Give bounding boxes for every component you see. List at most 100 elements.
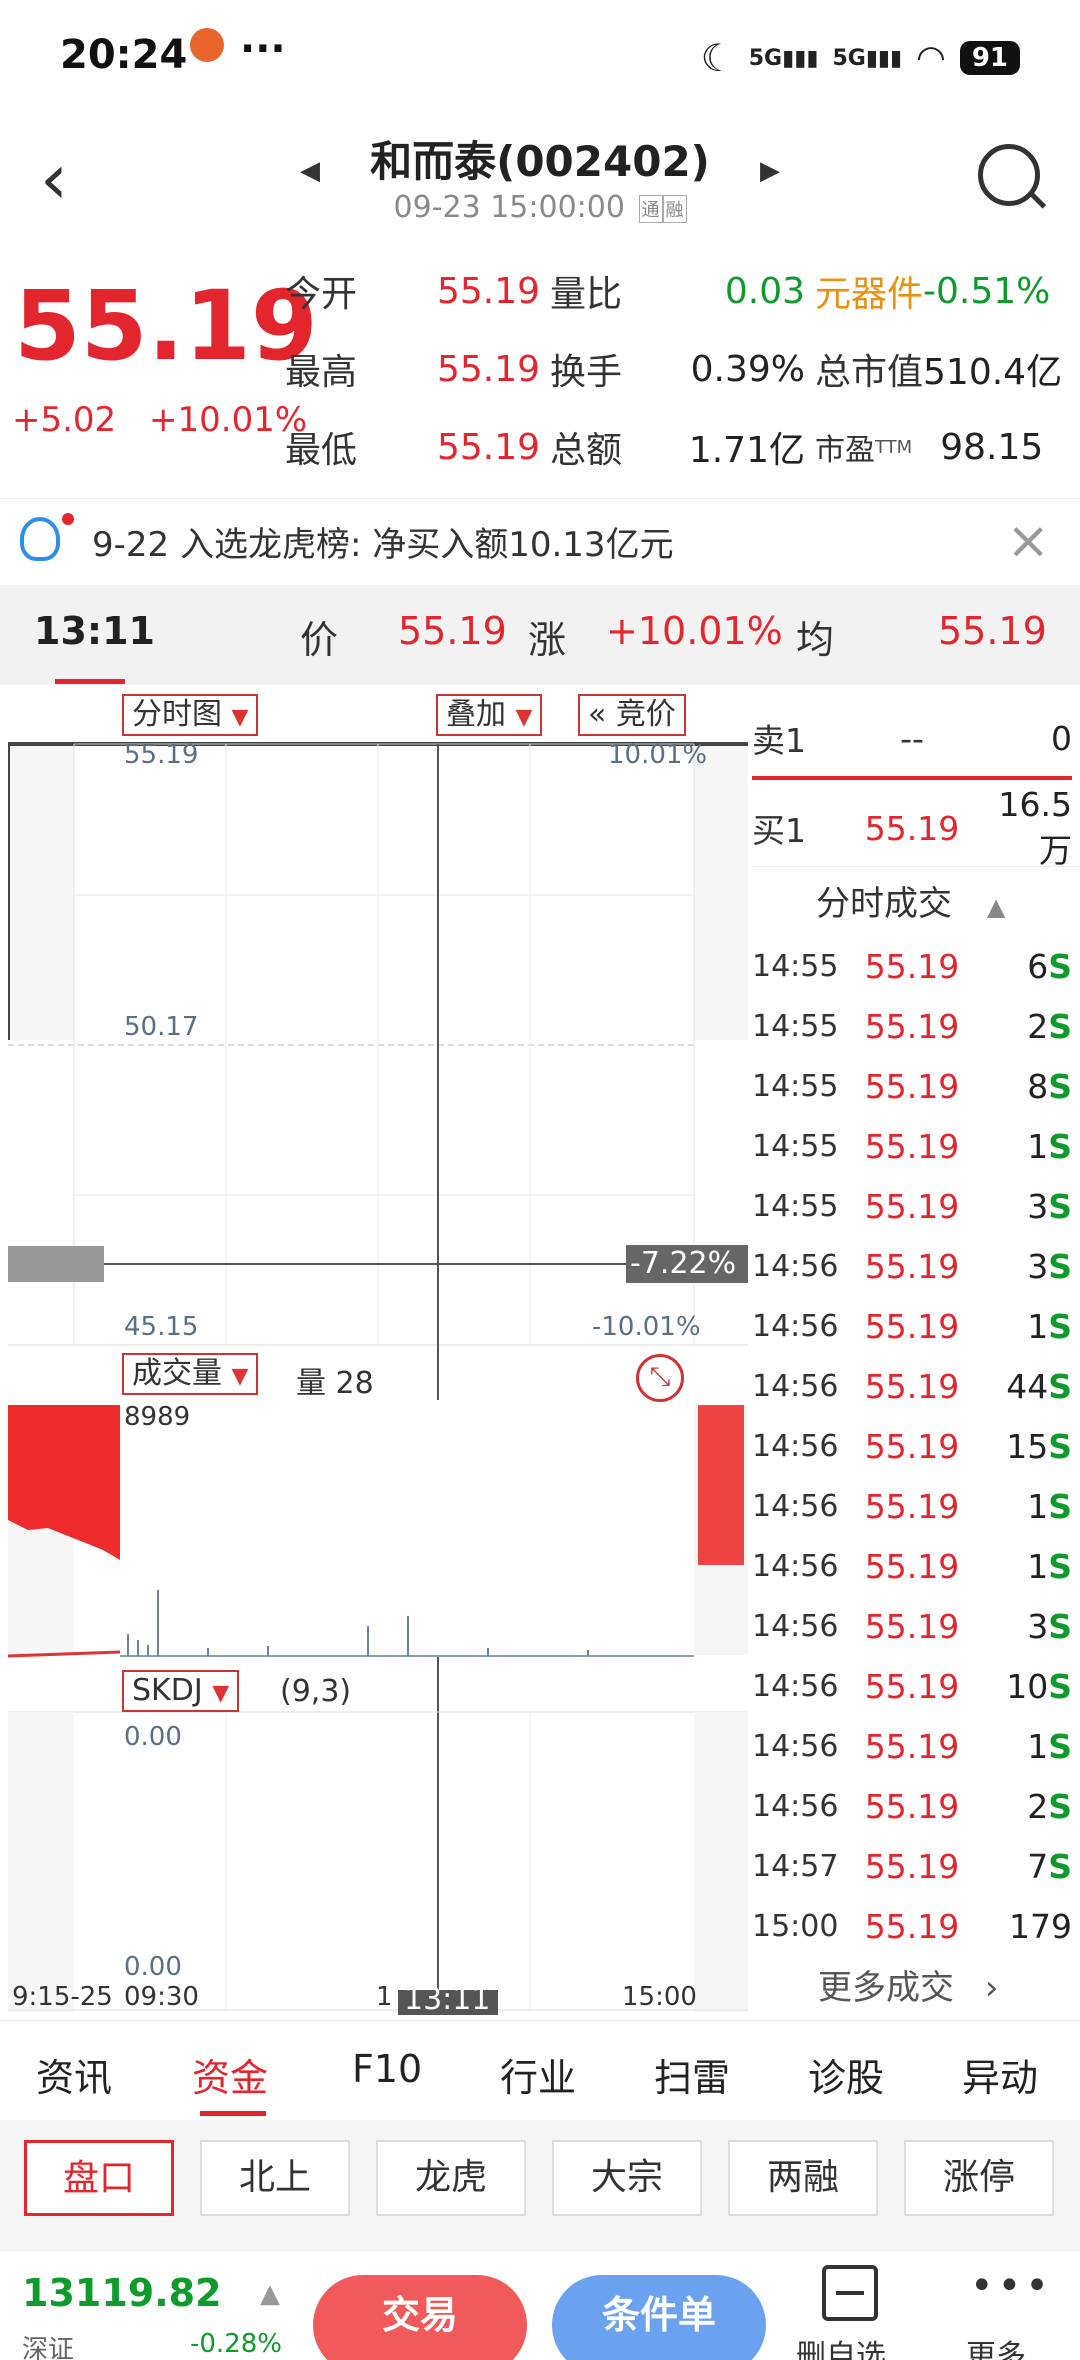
tab-industry[interactable]: 行业 [500, 2047, 576, 2102]
cross-chg-label: 涨 [528, 618, 567, 662]
tab-f10[interactable]: F10 [352, 2047, 422, 2091]
tick-volume: 7S [972, 1847, 1080, 1886]
index-value[interactable]: 13119.82 [22, 2271, 222, 2315]
signal-icon-1: 5G▮▮▮ [748, 45, 819, 71]
tick-volume: 15S [972, 1427, 1080, 1466]
tick-volume-value: 3 [1027, 1606, 1049, 1646]
subtab-dragon-tiger[interactable]: 龙虎 [376, 2140, 526, 2216]
stock-title: 和而泰(002402) [370, 137, 710, 186]
volume-value: 量 28 [296, 1366, 374, 1401]
tick-time: 14:56 [752, 1308, 839, 1344]
signal-icon-2: 5G▮▮▮ [832, 45, 903, 71]
caret-up-icon[interactable]: ▲ [260, 2279, 280, 2309]
after-zone [694, 744, 748, 1040]
subtab-book[interactable]: 盘口 [24, 2140, 174, 2216]
remove-watchlist-icon[interactable] [822, 2265, 878, 2321]
subtab-margin[interactable]: 两融 [728, 2140, 878, 2216]
expand-icon[interactable]: ⤡ [636, 1354, 684, 1402]
tick-price: 55.19 [864, 1726, 960, 1766]
sell1-label: 卖1 [752, 721, 806, 760]
tab-risk[interactable]: 扫雷 [654, 2047, 730, 2102]
subtab-block-trades[interactable]: 大宗 [552, 2140, 702, 2216]
notice-bar[interactable]: 9-22 入选龙虎榜: 净买入额10.13亿元 × [0, 498, 1080, 583]
tick-time: 14:55 [752, 1008, 839, 1044]
open-label: 今开 [285, 274, 358, 315]
sell1-row: 卖1 -- 0 [752, 708, 1080, 768]
volume-dropdown[interactable]: 成交量 ▼ [122, 1353, 259, 1395]
intraday-chart[interactable]: 分时图 ▼ 叠加 ▼ « 竞价 55.19 10.01% 50.17 45.15… [8, 690, 748, 2017]
open-value: 55.19 [436, 270, 540, 312]
turnover-value: 0.39% [690, 348, 805, 390]
tick-volume: 1S [972, 1127, 1080, 1166]
order-panel: 卖1 -- 0 买1 55.19 16.5万 分时成交 ▲ 14:55 55.19… [752, 690, 1080, 2015]
search-icon[interactable] [978, 144, 1040, 206]
tab-news[interactable]: 资讯 [36, 2047, 112, 2102]
tab-funds[interactable]: 资金 [192, 2047, 268, 2102]
tab-bar: 资讯 资金 F10 行业 扫雷 诊股 异动 [0, 2020, 1080, 2120]
tick-row: 14:56 55.19 1S [752, 1536, 1080, 1596]
high-value: 55.19 [436, 348, 540, 390]
chart-canvas [8, 690, 748, 2015]
x-label-crosshair: 13:11 [404, 1982, 491, 2017]
tick-time: 14:55 [752, 1068, 839, 1104]
chevron-down-icon: ▼ [231, 1364, 249, 1389]
change-value: +5.02 [12, 400, 117, 440]
tick-volume-value: 10 [1006, 1666, 1049, 1706]
tick-volume-value: 15 [1006, 1426, 1049, 1466]
more-icon[interactable]: ••• [970, 2263, 1053, 2309]
crosshair-info-bar: 13:11 价 55.19 涨 +10.01% 均 55.19 [0, 585, 1080, 685]
tick-volume-value: 3 [1027, 1246, 1049, 1286]
tick-price: 55.19 [864, 1126, 960, 1166]
overlay-dropdown[interactable]: 叠加 ▼ [436, 694, 543, 736]
ticks-header[interactable]: 分时成交 ▲ [816, 876, 1005, 925]
trade-button[interactable]: 交易 [313, 2275, 527, 2360]
buy1-row: 买1 55.19 16.5万 [752, 785, 1080, 870]
tick-side: S [1048, 1126, 1072, 1166]
info-underline [55, 679, 125, 684]
close-icon[interactable]: × [1006, 511, 1050, 571]
chart-type-dropdown[interactable]: 分时图 ▼ [122, 694, 259, 736]
crosshair-pct: -7.22% [630, 1246, 737, 1281]
indicator-dropdown[interactable]: SKDJ ▼ [122, 1670, 240, 1712]
tick-time: 14:55 [752, 1188, 839, 1224]
tick-volume: 2S [972, 1007, 1080, 1046]
moon-icon: ☾ [700, 36, 735, 80]
buy1-label: 买1 [752, 811, 806, 850]
tick-side: S [1048, 1606, 1072, 1646]
battery-icon: 91 [959, 41, 1020, 75]
sector-label[interactable]: 元器件 [815, 265, 923, 317]
tick-price: 55.19 [864, 1486, 960, 1526]
tick-volume: 2S [972, 1787, 1080, 1826]
y-top-label: 55.19 [124, 740, 199, 770]
tick-volume: 3S [972, 1247, 1080, 1286]
tick-side: S [1048, 1186, 1072, 1226]
tick-row: 14:56 55.19 1S [752, 1716, 1080, 1776]
tick-volume-value: 1 [1027, 1126, 1049, 1166]
condition-order-button[interactable]: 条件单 [552, 2275, 766, 2360]
tab-diagnosis[interactable]: 诊股 [808, 2047, 884, 2102]
x-label-auction: 9:15-25 [12, 1982, 113, 2012]
tick-price: 55.19 [864, 1246, 960, 1286]
current-price: 55.19 [14, 270, 318, 382]
tick-row: 14:56 55.19 2S [752, 1776, 1080, 1836]
subtab-limit-up[interactable]: 涨停 [904, 2140, 1054, 2216]
sell1-price: -- [900, 718, 924, 758]
remove-watchlist-label[interactable]: 删自选 [796, 2331, 886, 2360]
tick-row: 14:57 55.19 7S [752, 1836, 1080, 1896]
tab-anomaly[interactable]: 异动 [962, 2047, 1038, 2102]
subtab-northbound[interactable]: 北上 [200, 2140, 350, 2216]
status-bar: 20:24 ··· ☾ 5G▮▮▮ 5G▮▮▮ ◠ 91 [0, 0, 1080, 118]
tick-volume-value: 2 [1027, 1006, 1049, 1046]
tick-volume-value: 44 [1006, 1366, 1049, 1406]
crosshair-price-box [8, 1246, 104, 1282]
notice-text[interactable]: 9-22 入选龙虎榜: 净买入额10.13亿元 [92, 517, 674, 566]
wifi-icon: ◠ [916, 38, 946, 78]
auction-label: 竞价 [615, 697, 676, 732]
tick-row: 14:56 55.19 1S [752, 1296, 1080, 1356]
more-label[interactable]: 更多 [966, 2331, 1026, 2360]
next-stock-icon[interactable]: ▶ [760, 156, 780, 186]
more-trades-link[interactable]: 更多成交 › [818, 1960, 998, 2009]
pe-label: 市盈 [815, 433, 875, 468]
tick-price: 55.19 [864, 1906, 960, 1946]
auction-toggle[interactable]: « 竞价 [578, 694, 686, 736]
